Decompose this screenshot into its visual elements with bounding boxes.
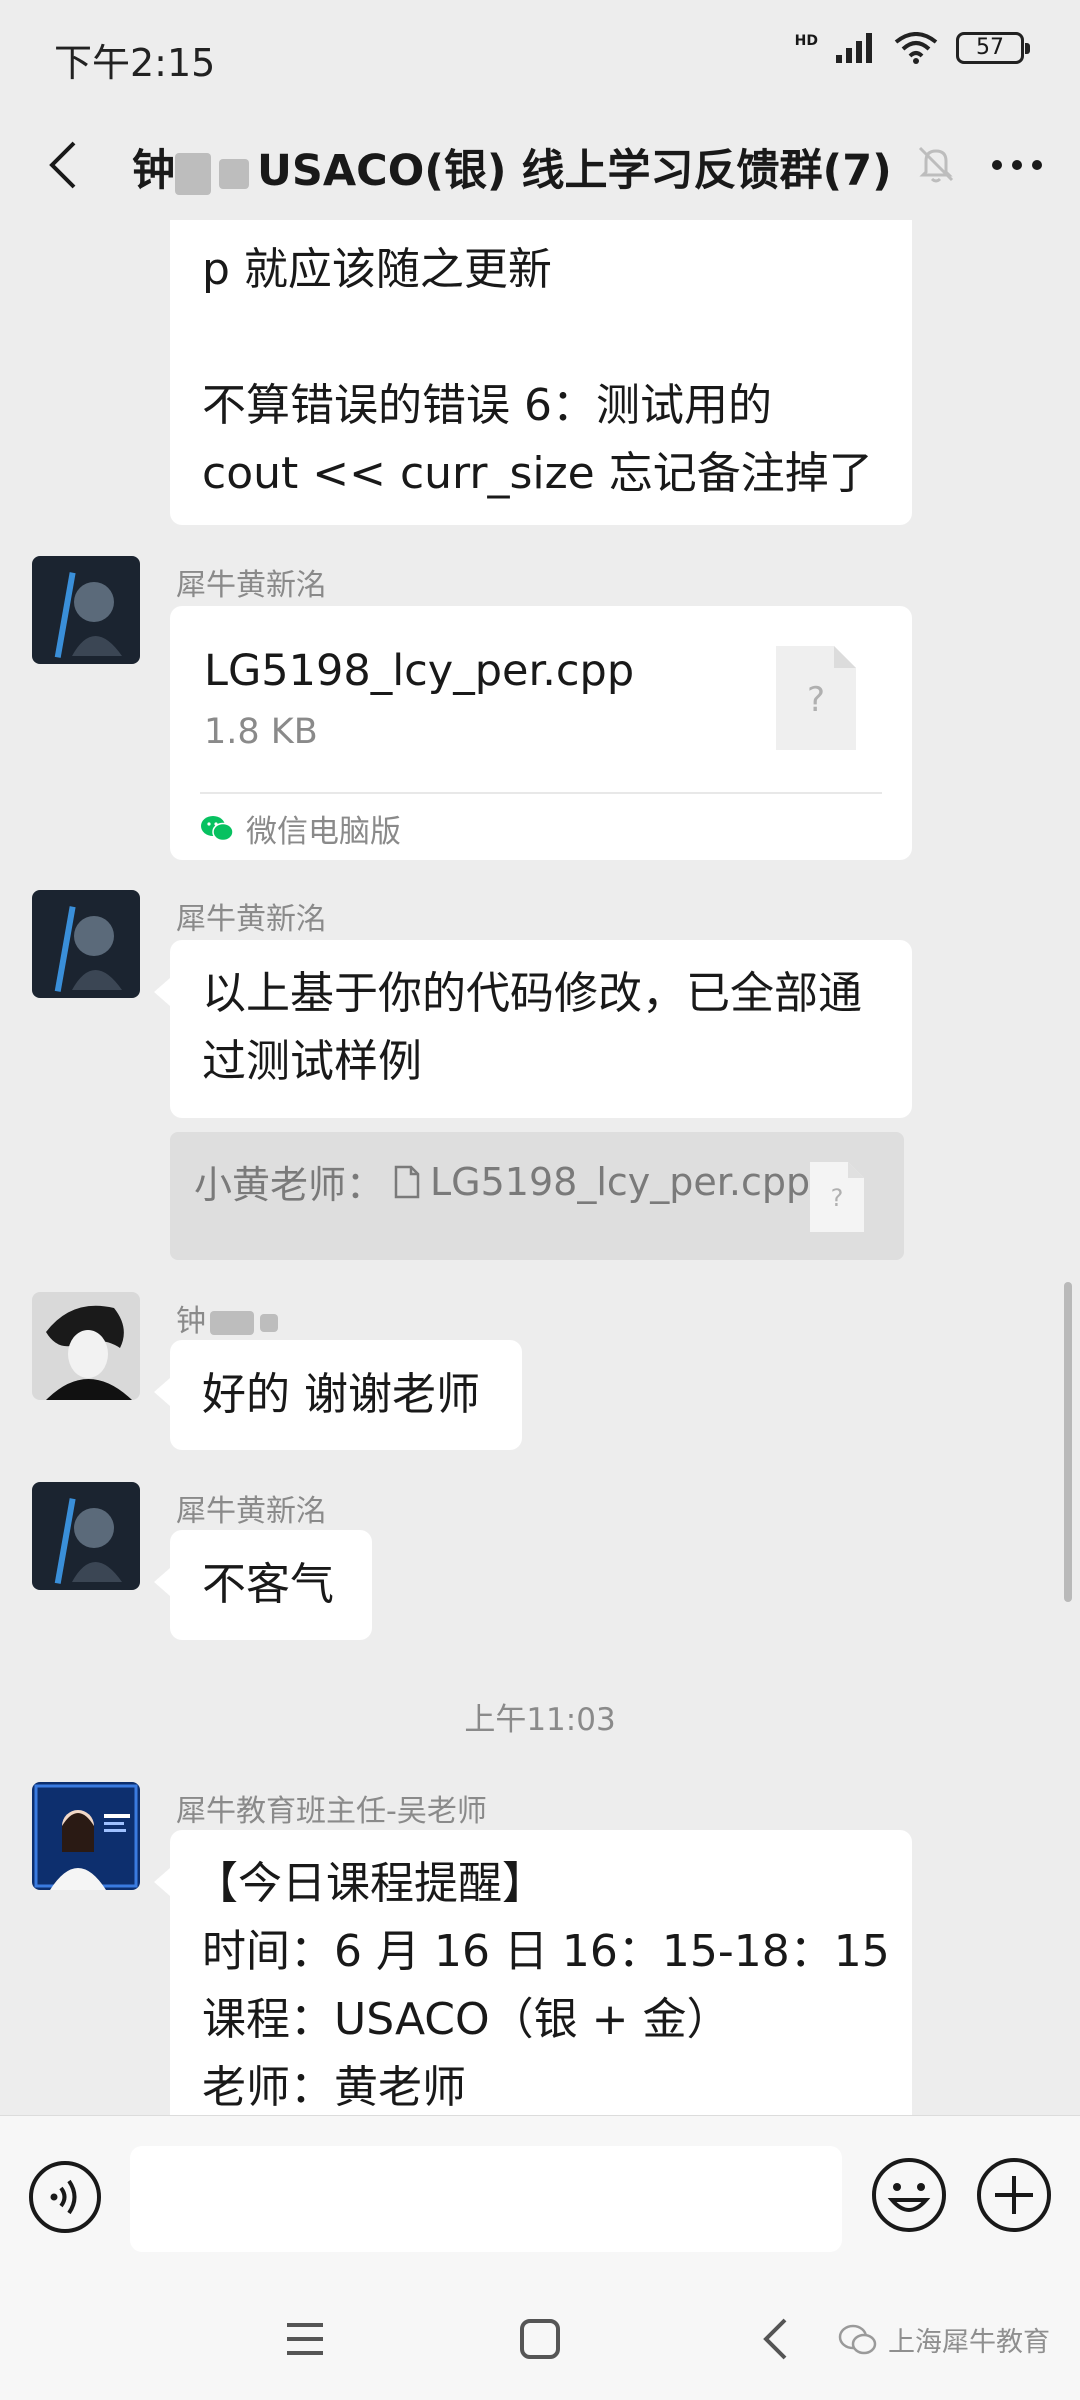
status-icons: HD 57 <box>794 32 1030 64</box>
avatar[interactable] <box>32 1292 140 1400</box>
back-arrow-icon <box>49 141 76 189</box>
redacted-name <box>210 1310 254 1335</box>
avatar-image <box>32 1782 140 1890</box>
file-icon: ? <box>810 1162 864 1232</box>
message-bubble[interactable]: 【今日课程提醒】 时间：6 月 16 日 16：15-18：15 课程：USAC… <box>154 1830 912 2115</box>
avatar[interactable] <box>32 1482 140 1590</box>
avatar-image <box>32 556 140 664</box>
message-line: 课程：USACO（银 + 金） <box>202 1994 731 2045</box>
file-source: 微信电脑版 <box>200 806 401 851</box>
message-bubble[interactable]: p 就应该随之更新 不算错误的错误 6：测试用的 cout << curr_si… <box>170 220 912 525</box>
redacted-name <box>260 1313 278 1332</box>
message-line: cout << curr_size 忘记备注掉了 <box>202 448 873 499</box>
wechat-icon <box>838 2324 877 2354</box>
message-line: 【今日课程提醒】 <box>194 1858 546 1909</box>
menu-icon <box>287 2323 323 2355</box>
more-icon <box>992 160 1042 170</box>
wifi-icon <box>894 32 938 64</box>
chat-area[interactable]: p 就应该随之更新 不算错误的错误 6：测试用的 cout << curr_si… <box>0 220 1080 2115</box>
status-bar: 下午2:15 HD 57 <box>0 0 1080 110</box>
redacted-name <box>175 152 211 195</box>
signal-icon <box>836 33 872 63</box>
avatar[interactable] <box>32 1782 140 1890</box>
chat-header: 钟 USACO(银) 线上学习反馈群(7) <box>0 110 1080 220</box>
message-bubble[interactable]: 好的 谢谢老师 <box>154 1340 522 1450</box>
sender-name: 犀牛黄新洺 <box>176 568 326 603</box>
more-button[interactable] <box>982 130 1052 200</box>
message-line: 不客气 <box>202 1559 334 1610</box>
message-line: 不算错误的错误 6：测试用的 <box>202 380 772 431</box>
avatar-image <box>32 1292 140 1400</box>
watermark: 上海犀牛教育 <box>838 2320 1050 2359</box>
message-line <box>202 304 880 372</box>
home-icon <box>520 2319 560 2359</box>
file-icon: ? <box>776 646 856 750</box>
quote-text: 小黄老师： LG5198_lcy_per.cpp <box>194 1159 811 1208</box>
voice-icon <box>29 2161 101 2233</box>
message-line: 时间：6 月 16 日 16：15-18：15 <box>202 1926 890 1977</box>
file-icon <box>394 1165 420 1198</box>
network-type: HD <box>794 33 818 49</box>
message-line: 好的 谢谢老师 <box>202 1369 480 1420</box>
back-arrow-icon <box>763 2318 787 2360</box>
message-bubble[interactable]: 以上基于你的代码修改，已全部通 过测试样例 <box>154 940 912 1118</box>
file-message[interactable]: LG5198_lcy_per.cpp 1.8 KB ? 微信电脑版 <box>170 606 912 860</box>
message-line: 老师：黄老师 <box>202 2062 466 2113</box>
system-back-button[interactable] <box>740 2304 810 2374</box>
menu-button[interactable] <box>270 2304 340 2374</box>
scrollbar[interactable] <box>1064 1282 1072 1602</box>
message-bubble[interactable]: 不客气 <box>154 1530 372 1640</box>
emoji-icon <box>872 2158 946 2232</box>
sender-name: 犀牛黄新洺 <box>176 1494 326 1529</box>
file-size: 1.8 KB <box>204 712 318 752</box>
sender-name: 钟 <box>176 1296 278 1340</box>
more-functions-button[interactable] <box>975 2156 1053 2234</box>
system-navigation-bar: 上海犀牛教育 <box>0 2278 1080 2400</box>
redacted-name <box>219 158 249 189</box>
avatar-image <box>32 890 140 998</box>
status-time: 下午2:15 <box>54 41 216 85</box>
message-line: 以上基于你的代码修改，已全部通 <box>202 968 862 1019</box>
input-bar <box>0 2115 1080 2278</box>
sender-name: 犀牛黄新洺 <box>176 902 326 937</box>
message-input[interactable] <box>130 2146 842 2252</box>
emoji-button[interactable] <box>870 2156 948 2234</box>
chat-title: 钟 USACO(银) 线上学习反馈群(7) <box>132 146 892 196</box>
avatar[interactable] <box>32 556 140 664</box>
avatar-image <box>32 1482 140 1590</box>
file-name: LG5198_lcy_per.cpp <box>204 646 635 696</box>
back-button[interactable] <box>28 130 98 200</box>
wechat-icon <box>201 815 234 841</box>
quoted-message[interactable]: 小黄老师： LG5198_lcy_per.cpp ? <box>170 1132 904 1260</box>
sender-name: 犀牛教育班主任-吴老师 <box>176 1794 487 1829</box>
plus-icon <box>977 2158 1051 2232</box>
battery-indicator: 57 <box>956 32 1030 64</box>
message-line: 过测试样例 <box>202 1036 422 1087</box>
divider <box>200 792 882 794</box>
mute-bell-icon <box>918 146 954 183</box>
message-line: p 就应该随之更新 <box>202 244 552 295</box>
voice-button[interactable] <box>28 2160 102 2234</box>
home-button[interactable] <box>505 2304 575 2374</box>
message-timestamp: 上午11:03 <box>464 1702 616 1738</box>
avatar[interactable] <box>32 890 140 998</box>
